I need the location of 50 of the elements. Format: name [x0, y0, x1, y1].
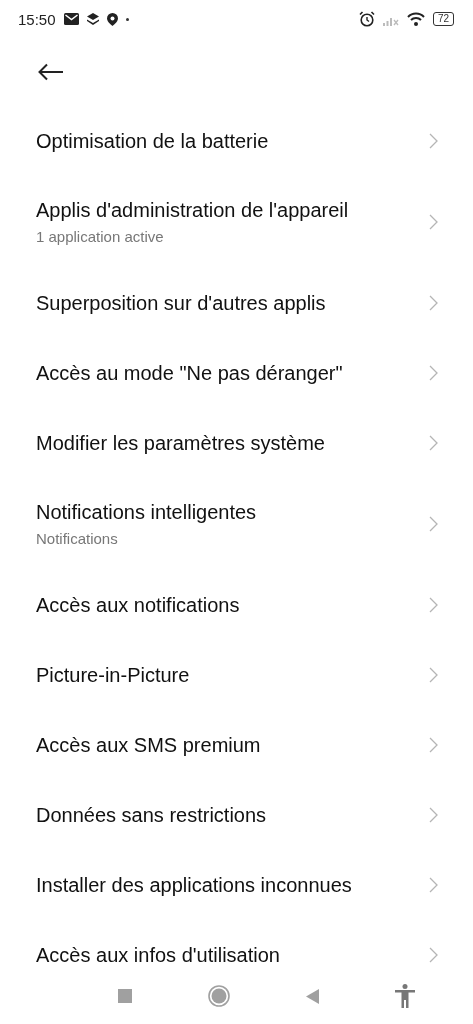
- settings-item[interactable]: Accès au mode "Ne pas déranger": [0, 338, 473, 408]
- home-icon[interactable]: [208, 985, 230, 1007]
- dot-icon: [125, 17, 129, 21]
- item-title: Superposition sur d'autres applis: [36, 291, 327, 315]
- item-title: Picture-in-Picture: [36, 663, 191, 687]
- chevron-right-icon: [429, 133, 438, 149]
- chevron-right-icon: [429, 807, 438, 823]
- settings-item[interactable]: Accès aux infos d'utilisation: [0, 920, 473, 990]
- chevron-right-icon: [429, 295, 438, 311]
- alarm-clock-icon: [358, 11, 375, 27]
- item-title: Modifier les paramètres système: [36, 431, 326, 455]
- settings-item[interactable]: Superposition sur d'autres applis: [0, 268, 473, 338]
- chevron-right-icon: [429, 877, 438, 893]
- settings-item[interactable]: Données sans restrictions: [0, 780, 473, 850]
- layers-icon: [86, 13, 99, 25]
- item-title: Applis d'administration de l'appareil: [36, 199, 350, 222]
- chevron-right-icon: [429, 214, 438, 230]
- settings-item[interactable]: Accès aux SMS premium: [0, 710, 473, 780]
- item-title: Données sans restrictions: [36, 803, 268, 827]
- settings-item[interactable]: Picture-in-Picture: [0, 640, 473, 710]
- mail-icon: [63, 13, 79, 25]
- chevron-right-icon: [429, 516, 438, 532]
- item-subtitle: 1 application active: [36, 228, 165, 245]
- battery-indicator: 72: [432, 12, 454, 26]
- wifi-icon: [406, 12, 425, 26]
- chevron-right-icon: [429, 947, 438, 963]
- item-title: Optimisation de la batterie: [36, 129, 270, 153]
- item-title: Accès aux SMS premium: [36, 733, 262, 757]
- chevron-right-icon: [429, 737, 438, 753]
- chevron-right-icon: [429, 365, 438, 381]
- settings-item[interactable]: Accès aux notifications: [0, 570, 473, 640]
- settings-item[interactable]: Notifications intelligentes Notifications: [0, 478, 473, 570]
- item-subtitle: Notifications: [36, 530, 119, 547]
- settings-item[interactable]: Modifier les paramètres système: [0, 408, 473, 478]
- chevron-right-icon: [429, 667, 438, 683]
- item-title: Accès au mode "Ne pas déranger": [36, 361, 344, 385]
- settings-item[interactable]: Installer des applications inconnues: [0, 850, 473, 920]
- back-arrow-icon[interactable]: [38, 63, 64, 81]
- chevron-right-icon: [429, 597, 438, 613]
- settings-item[interactable]: Optimisation de la batterie: [0, 106, 473, 176]
- item-title: Accès aux notifications: [36, 593, 241, 617]
- chevron-right-icon: [429, 435, 438, 451]
- settings-item[interactable]: Applis d'administration de l'appareil 1 application active: [0, 176, 473, 268]
- accessibility-icon[interactable]: [395, 984, 415, 1008]
- location-pin-icon: [106, 12, 118, 26]
- item-title: Installer des applications inconnues: [36, 873, 353, 897]
- status-time: 15:50: [18, 10, 56, 28]
- item-title: Accès aux infos d'utilisation: [36, 943, 281, 967]
- item-title: Notifications intelligentes: [36, 501, 258, 524]
- back-icon[interactable]: [306, 988, 319, 1004]
